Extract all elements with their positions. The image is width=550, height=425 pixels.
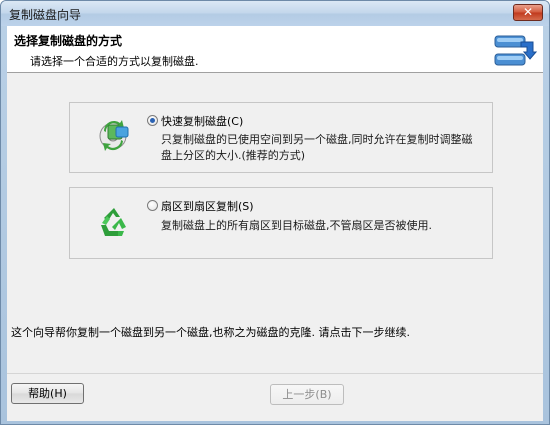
window-title: 复制磁盘向导 bbox=[9, 8, 82, 22]
wizard-info-text: 这个向导帮你复制一个磁盘到另一个磁盘,也称之为磁盘的克隆. 请点击下一步继续. bbox=[11, 326, 410, 339]
sector-copy-description: 复制磁盘上的所有扇区到目标磁盘,不管扇区是否被使用. bbox=[161, 219, 432, 232]
title-bar[interactable]: 复制磁盘向导 ✕ bbox=[1, 1, 549, 26]
page-title: 选择复制磁盘的方式 bbox=[14, 34, 123, 48]
sector-copy-label[interactable]: 扇区到扇区复制(S) bbox=[161, 198, 254, 214]
wizard-header: 选择复制磁盘的方式 请选择一个合适的方式以复制磁盘. bbox=[7, 26, 543, 73]
fast-copy-label[interactable]: 快速复制磁盘(C) bbox=[161, 113, 243, 129]
fast-copy-radio[interactable] bbox=[147, 115, 158, 126]
previous-button[interactable]: 上一步(B) bbox=[270, 384, 344, 405]
fast-copy-description: 只复制磁盘的已使用空间到另一个磁盘,同时允许在复制时调整磁盘上分区的大小.(推荐… bbox=[161, 133, 473, 162]
wizard-footer: 帮助(H) 上一步(B) bbox=[7, 373, 543, 421]
disk-copy-icon bbox=[99, 120, 129, 151]
help-button[interactable]: 帮助(H) bbox=[11, 383, 84, 404]
option-sector-copy[interactable]: 扇区到扇区复制(S) 复制磁盘上的所有扇区到目标磁盘,不管扇区是否被使用. bbox=[69, 187, 493, 259]
wizard-window: 复制磁盘向导 ✕ 选择复制磁盘的方式 请选择一个合适的方式以复制磁盘. 快速复制… bbox=[0, 0, 550, 425]
option-fast-copy[interactable]: 快速复制磁盘(C) 只复制磁盘的已使用空间到另一个磁盘,同时允许在复制时调整磁盘… bbox=[69, 102, 493, 173]
recycle-icon bbox=[101, 208, 126, 236]
close-icon: ✕ bbox=[522, 5, 534, 19]
wizard-content: 快速复制磁盘(C) 只复制磁盘的已使用空间到另一个磁盘,同时允许在复制时调整磁盘… bbox=[7, 73, 543, 373]
disk-clone-logo-icon bbox=[494, 35, 537, 66]
close-button[interactable]: ✕ bbox=[513, 4, 543, 21]
sector-copy-radio[interactable] bbox=[147, 200, 158, 211]
page-subtitle: 请选择一个合适的方式以复制磁盘. bbox=[30, 55, 199, 68]
